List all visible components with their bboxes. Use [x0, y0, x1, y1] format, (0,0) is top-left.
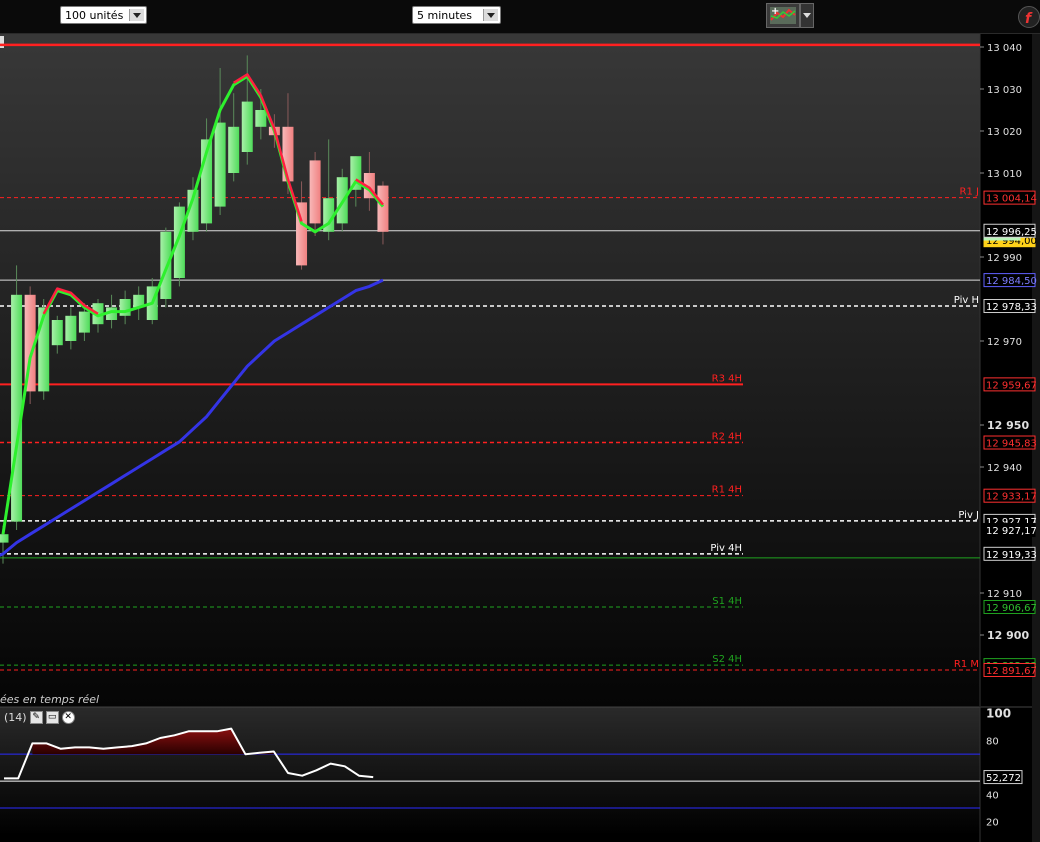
price-tick-4: 12 990	[987, 253, 1022, 264]
wrench-icon[interactable]: ✎	[29, 711, 43, 724]
price-plot-area[interactable]	[0, 34, 980, 706]
price-label-14: 12 891,67	[986, 666, 1037, 677]
close-icon[interactable]: ✕	[61, 711, 75, 724]
price-label-4: 12 984,50	[986, 276, 1037, 287]
price-tick-1: 13 030	[987, 85, 1022, 96]
price-tick-8: 12 910	[987, 589, 1022, 600]
price-label-2: 12 996,25	[986, 227, 1037, 238]
price-tick-0: 13 040	[987, 43, 1022, 54]
price-label-6: 12 959,67	[986, 380, 1037, 391]
price-tick-5: 12 970	[987, 337, 1022, 348]
price-label-3: 13 004,14	[986, 194, 1037, 205]
hline-label-10: S1 4H	[712, 596, 742, 607]
candle-body-17	[228, 126, 240, 173]
realtime-note: ées en temps réel	[0, 693, 100, 706]
hline-label-5: R3 4H	[712, 373, 742, 384]
price-tick-7: 12 940	[987, 463, 1022, 474]
candle-body-28	[377, 185, 389, 232]
hline-label-11: S2 4H	[712, 654, 742, 665]
price-tick-6: 12 950	[987, 419, 1029, 432]
price-tick-9: 12 900	[987, 629, 1029, 642]
pane-handle[interactable]	[0, 36, 4, 48]
candle-body-4	[51, 320, 63, 346]
hline-label-6: R2 4H	[712, 432, 742, 443]
window-icon[interactable]: ▭	[45, 711, 59, 724]
candle-body-0	[0, 534, 9, 543]
osc-tick-3: 20	[986, 818, 999, 829]
candle-body-12	[160, 231, 172, 299]
hline-label-8: Piv J	[958, 510, 979, 521]
osc-current-label: 52,272	[986, 773, 1021, 784]
candle-body-23	[309, 160, 321, 224]
oscillator-axis: 100 80 40 20 52,272	[983, 707, 1023, 829]
oscillator-plot-area[interactable]	[0, 707, 980, 835]
candle-body-5	[65, 315, 77, 341]
candle-body-9	[119, 299, 131, 316]
hline-label-4: Piv H	[954, 295, 979, 306]
hline-label-1: R1 J	[960, 187, 979, 198]
candle-body-19	[255, 110, 267, 127]
candle-body-6	[78, 311, 90, 333]
price-tick-3: 13 010	[987, 169, 1022, 180]
price-label-12: 12 906,67	[986, 603, 1037, 614]
price-label-10: 12 927,17	[986, 526, 1037, 537]
candle-body-18	[241, 101, 253, 152]
osc-tick-0: 100	[986, 707, 1011, 721]
price-label-7: 12 945,83	[986, 439, 1037, 450]
candle-body-1	[11, 294, 23, 522]
candle-body-16	[214, 122, 226, 207]
candle-body-21	[282, 126, 294, 182]
hline-label-9: Piv 4H	[710, 543, 742, 554]
price-label-5: 12 978,33	[986, 302, 1037, 313]
chart-canvas: R1 J Piv H R3 4H R2 4H R1 4H Piv J Piv 4H S1 4H…	[0, 34, 1040, 842]
price-tick-2: 13 020	[987, 127, 1022, 138]
price-label-8: 12 933,17	[986, 492, 1037, 503]
indicator-period: (14)	[4, 711, 27, 724]
price-label-11: 12 919,33	[986, 550, 1037, 561]
hline-label-12: R1 M	[954, 659, 979, 670]
indicator-header: (14) ✎ ▭ ✕	[0, 709, 75, 726]
osc-tick-2: 40	[986, 791, 999, 802]
hline-label-7: R1 4H	[712, 485, 742, 496]
osc-tick-1: 80	[986, 737, 999, 748]
